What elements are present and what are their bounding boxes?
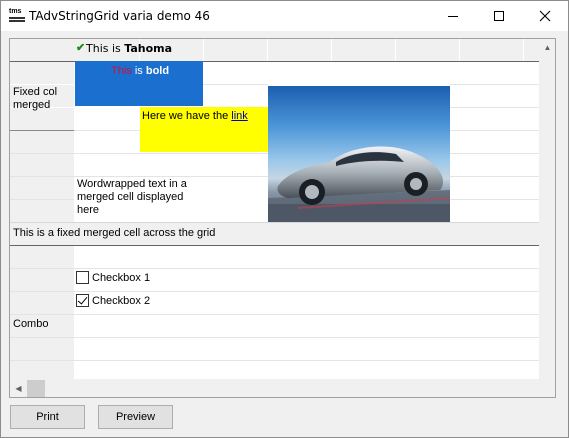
fixed-col-merged-text: Fixed col merged <box>13 86 58 111</box>
preview-button[interactable]: Preview <box>98 405 173 429</box>
blue-is-text: is <box>131 65 146 77</box>
wordwrap-text: Wordwrapped text in a merged cell displa… <box>77 178 187 216</box>
tahoma-bold: Tahoma <box>124 42 173 55</box>
blue-bold-cell[interactable]: This is bold <box>75 61 203 106</box>
print-button[interactable]: Print <box>10 405 85 429</box>
link-prefix: Here we have the <box>142 110 232 122</box>
close-icon <box>539 10 551 22</box>
title-bar: tms TAdvStringGrid varia demo 46 <box>1 1 568 31</box>
link-cell[interactable]: Here we have the link <box>140 107 268 152</box>
checkbox-2-label: Checkbox 2 <box>92 295 151 307</box>
checkbox-2[interactable] <box>76 294 89 307</box>
link-anchor[interactable]: link <box>231 110 248 122</box>
vertical-scrollbar[interactable]: ▲ <box>539 39 555 379</box>
fixed-merged-text: This is a fixed merged cell across the g… <box>13 227 216 239</box>
wordwrap-cell: Wordwrapped text in a merged cell displa… <box>77 178 205 217</box>
maximize-button[interactable] <box>476 1 522 31</box>
scroll-left-icon[interactable]: ◀ <box>10 380 27 397</box>
scrollbar-corner <box>539 379 555 397</box>
check-mark-icon: ✔ <box>76 42 86 54</box>
horizontal-scroll-thumb[interactable] <box>27 380 45 397</box>
maximize-icon <box>494 11 504 21</box>
car-illustration <box>268 146 450 222</box>
blue-bold-text: bold <box>145 65 170 77</box>
blue-this-text: This <box>111 65 132 77</box>
string-grid[interactable]: ✔ This is Tahoma This is bold Fixed col … <box>9 38 556 398</box>
window-title: TAdvStringGrid varia demo 46 <box>29 9 210 23</box>
checkbox-1-label: Checkbox 1 <box>92 272 151 284</box>
combo-label: Combo <box>13 318 49 330</box>
car-image <box>268 86 450 222</box>
close-button[interactable] <box>522 1 568 31</box>
horizontal-scrollbar[interactable]: ◀ ▶ <box>10 379 555 397</box>
minimize-icon <box>448 15 458 17</box>
fixed-col-merged-cell: Fixed col merged <box>13 86 73 112</box>
app-icon: tms <box>9 8 25 23</box>
tahoma-prefix: This is <box>86 42 125 55</box>
app-window: tms TAdvStringGrid varia demo 46 ✔ This … <box>0 0 569 438</box>
checkbox-1[interactable] <box>76 271 89 284</box>
fixed-merged-row: This is a fixed merged cell across the g… <box>10 223 539 245</box>
minimize-button[interactable] <box>430 1 476 31</box>
scroll-up-icon[interactable]: ▲ <box>539 39 555 56</box>
tahoma-cell: This is Tahoma <box>86 42 172 55</box>
app-icon-label: tms <box>9 8 22 15</box>
